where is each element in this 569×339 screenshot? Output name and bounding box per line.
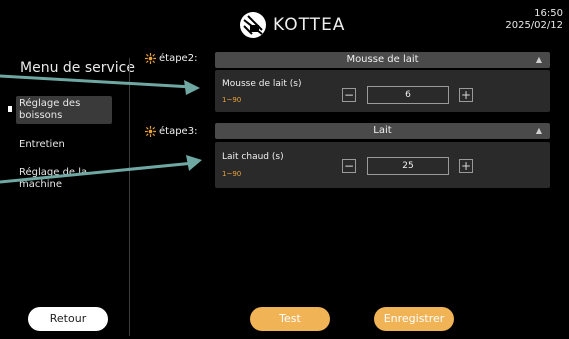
active-indicator bbox=[8, 106, 12, 112]
clock: 16:50 2025/02/12 bbox=[505, 8, 563, 32]
chevron-up-icon: ▲ bbox=[535, 55, 542, 64]
brand-name: KOTTEA bbox=[273, 15, 346, 35]
clock-date: 2025/02/12 bbox=[505, 20, 563, 31]
param-name: Mousse de lait (s) bbox=[222, 79, 302, 89]
sidebar-item-machine[interactable]: Réglage de la machine bbox=[16, 165, 90, 193]
decrement-button[interactable]: − bbox=[342, 159, 356, 173]
brand: KOTTEA bbox=[238, 10, 345, 40]
arrow-to-step2 bbox=[0, 74, 200, 95]
sparkle-icon bbox=[145, 126, 156, 137]
sidebar-item-drinks[interactable]: Réglage des boissons bbox=[16, 96, 112, 124]
step-dropdown[interactable]: Mousse de lait ▲ bbox=[215, 52, 550, 68]
sidebar-item-label: machine bbox=[19, 179, 62, 190]
sidebar-item-label: Réglage de la bbox=[19, 167, 88, 178]
dropdown-value: Lait bbox=[373, 125, 392, 136]
step-label: étape2: bbox=[145, 53, 197, 64]
test-button[interactable]: Test bbox=[250, 307, 330, 331]
value-input[interactable]: 25 bbox=[367, 157, 449, 175]
value-input[interactable]: 6 bbox=[367, 86, 449, 104]
param-range: 1~90 bbox=[222, 96, 242, 104]
increment-button[interactable]: + bbox=[459, 159, 473, 173]
clock-time: 16:50 bbox=[534, 8, 563, 19]
coffee-logo-icon bbox=[240, 12, 266, 38]
param-range: 1~90 bbox=[222, 170, 242, 178]
step-dropdown[interactable]: Lait ▲ bbox=[215, 123, 550, 139]
sidebar-item-label: Entretien bbox=[19, 139, 65, 150]
param-name: Lait chaud (s) bbox=[222, 152, 284, 162]
step-label-text: étape2: bbox=[159, 53, 198, 64]
sidebar-item-maintenance[interactable]: Entretien bbox=[16, 137, 68, 153]
step-panel: Lait chaud (s) 1~90 − 25 + bbox=[215, 142, 550, 188]
sidebar-title: Menu de service bbox=[20, 60, 135, 76]
sidebar-item-label: boissons bbox=[19, 110, 63, 121]
increment-button[interactable]: + bbox=[459, 88, 473, 102]
chevron-up-icon: ▲ bbox=[535, 126, 542, 135]
back-button[interactable]: Retour bbox=[28, 307, 108, 331]
step-label: étape3: bbox=[145, 126, 197, 137]
sidebar-item-label: Réglage des bbox=[19, 98, 81, 109]
step-panel: Mousse de lait (s) 1~90 − 6 + bbox=[215, 70, 550, 112]
divider bbox=[129, 58, 130, 336]
dropdown-value: Mousse de lait bbox=[346, 54, 419, 65]
step-label-text: étape3: bbox=[159, 126, 198, 137]
sparkle-icon bbox=[145, 53, 156, 64]
decrement-button[interactable]: − bbox=[342, 88, 356, 102]
save-button[interactable]: Enregistrer bbox=[374, 307, 454, 331]
